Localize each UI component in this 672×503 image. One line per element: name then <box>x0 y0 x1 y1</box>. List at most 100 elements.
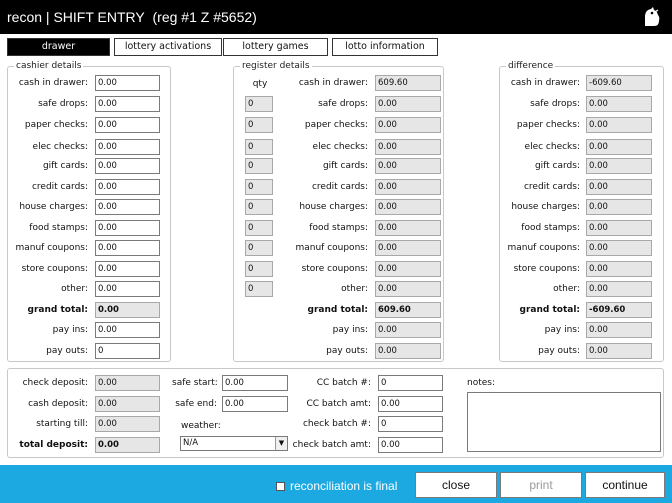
cashier-store-coupons-input[interactable]: 0.00 <box>95 261 160 277</box>
difference-house-charges-field: 0.00 <box>586 199 652 215</box>
continue-button[interactable]: continue <box>585 472 665 498</box>
starting-till-field: 0.00 <box>95 416 160 432</box>
cashier-other-label: other: <box>61 284 88 294</box>
checkbox-icon[interactable] <box>276 482 285 491</box>
cc-batch-amt-input[interactable]: 0.00 <box>378 396 443 412</box>
cashier-pay-ins-input[interactable]: 0.00 <box>95 322 160 338</box>
register-info: (reg #1 Z #5652) <box>152 9 257 25</box>
register-pay-outs-label: pay outs: <box>326 346 368 356</box>
difference-credit-cards-field: 0.00 <box>586 179 652 195</box>
difference-paper-checks-field: 0.00 <box>586 117 652 133</box>
difference-cash-in-drawer-label: cash in drawer: <box>510 78 580 88</box>
cashier-grand-total-label: grand total: <box>27 305 88 315</box>
reconciliation-final-label: reconciliation is final <box>290 479 398 493</box>
check-batch-number-label: check batch #: <box>302 419 371 429</box>
difference-gift-cards-field: 0.00 <box>586 158 652 174</box>
register-house-charges-field: 0.00 <box>375 199 441 215</box>
cashier-food-stamps-label: food stamps: <box>29 223 88 233</box>
register-safe-drops-field: 0.00 <box>375 96 441 112</box>
check-deposit-label: check deposit: <box>22 378 88 388</box>
screen-name: SHIFT ENTRY <box>53 9 145 25</box>
register-gift-cards-qty: 0 <box>245 158 273 174</box>
cashier-paper-checks-input[interactable]: 0.00 <box>95 117 160 133</box>
register-manuf-coupons-label: manuf coupons: <box>295 243 368 253</box>
weather-select[interactable]: N/A ▼ <box>180 436 288 451</box>
register-details-legend: register details <box>240 60 312 72</box>
app-name: recon <box>7 9 43 25</box>
close-button[interactable]: close <box>415 472 497 498</box>
cashier-house-charges-input[interactable]: 0.00 <box>95 199 160 215</box>
register-elec-checks-field: 0.00 <box>375 139 441 155</box>
print-button[interactable]: print <box>500 472 582 498</box>
difference-other-field: 0.00 <box>586 281 652 297</box>
cashier-house-charges-label: house charges: <box>19 202 88 212</box>
reconciliation-final-checkbox[interactable]: reconciliation is final <box>276 479 397 493</box>
register-manuf-coupons-field: 0.00 <box>375 240 441 256</box>
safe-end-input[interactable]: 0.00 <box>222 396 288 412</box>
safe-start-label: safe start: <box>172 378 218 388</box>
footer-bar: reconciliation is final close print cont… <box>0 465 672 503</box>
difference-legend: difference <box>506 60 556 72</box>
title-separator: | <box>42 9 54 25</box>
cashier-safe-drops-input[interactable]: 0.00 <box>95 96 160 112</box>
register-store-coupons-qty: 0 <box>245 261 273 277</box>
cashier-grand-total-input: 0.00 <box>95 302 160 318</box>
register-credit-cards-field: 0.00 <box>375 179 441 195</box>
register-paper-checks-qty: 0 <box>245 117 273 133</box>
difference-gift-cards-label: gift cards: <box>534 161 580 171</box>
register-house-charges-label: house charges: <box>299 202 368 212</box>
difference-food-stamps-label: food stamps: <box>521 223 580 233</box>
difference-pay-outs-field: 0.00 <box>586 343 652 359</box>
difference-manuf-coupons-label: manuf coupons: <box>507 243 580 253</box>
difference-safe-drops-field: 0.00 <box>586 96 652 112</box>
cashier-credit-cards-input[interactable]: 0.00 <box>95 179 160 195</box>
cashier-manuf-coupons-input[interactable]: 0.00 <box>95 240 160 256</box>
safe-start-input[interactable]: 0.00 <box>222 375 288 391</box>
difference-elec-checks-label: elec checks: <box>524 142 580 152</box>
cashier-elec-checks-label: elec checks: <box>32 142 88 152</box>
safe-end-label: safe end: <box>175 399 217 409</box>
difference-safe-drops-label: safe drops: <box>530 99 580 109</box>
chevron-down-icon[interactable]: ▼ <box>275 437 287 450</box>
tab-drawer[interactable]: drawer <box>7 38 110 56</box>
cashier-paper-checks-label: paper checks: <box>24 120 88 130</box>
register-elec-checks-qty: 0 <box>245 139 273 155</box>
register-safe-drops-label: safe drops: <box>318 99 368 109</box>
total-deposit-field: 0.00 <box>95 437 160 453</box>
cashier-cash-in-drawer-input[interactable]: 0.00 <box>95 75 160 91</box>
tab-lottery-games[interactable]: lottery games <box>223 38 328 56</box>
cc-batch-number-label: CC batch #: <box>316 378 371 388</box>
difference-pay-outs-label: pay outs: <box>538 346 580 356</box>
cashier-gift-cards-label: gift cards: <box>42 161 88 171</box>
cashier-gift-cards-input[interactable]: 0.00 <box>95 158 160 174</box>
register-food-stamps-field: 0.00 <box>375 220 441 236</box>
starting-till-label: starting till: <box>36 419 88 429</box>
register-other-field: 0.00 <box>375 281 441 297</box>
difference-grand-total-field: -609.60 <box>586 302 652 318</box>
tab-lottery-activations[interactable]: lottery activations <box>114 38 222 56</box>
difference-elec-checks-field: 0.00 <box>586 139 652 155</box>
notes-textarea[interactable] <box>467 392 661 452</box>
bird-logo-icon <box>645 7 660 26</box>
cashier-pay-outs-input[interactable]: 0 <box>95 343 160 359</box>
register-credit-cards-qty: 0 <box>245 179 273 195</box>
cashier-food-stamps-input[interactable]: 0.00 <box>95 220 160 236</box>
cash-deposit-label: cash deposit: <box>28 399 88 409</box>
cashier-details-legend: cashier details <box>14 60 84 72</box>
register-gift-cards-label: gift cards: <box>322 161 368 171</box>
cashier-cash-in-drawer-label: cash in drawer: <box>18 78 88 88</box>
register-paper-checks-field: 0.00 <box>375 117 441 133</box>
check-batch-number-input[interactable]: 0 <box>378 416 443 432</box>
weather-label: weather: <box>181 421 221 431</box>
register-elec-checks-label: elec checks: <box>312 142 368 152</box>
weather-value: N/A <box>183 438 199 448</box>
cashier-other-input[interactable]: 0.00 <box>95 281 160 297</box>
cashier-manuf-coupons-label: manuf coupons: <box>15 243 88 253</box>
tab-lotto-information[interactable]: lotto information <box>332 38 438 56</box>
difference-pay-ins-label: pay ins: <box>544 325 580 335</box>
difference-credit-cards-label: credit cards: <box>523 182 580 192</box>
register-pay-outs-field: 0.00 <box>375 343 441 359</box>
cc-batch-number-input[interactable]: 0 <box>378 375 443 391</box>
check-batch-amt-input[interactable]: 0.00 <box>378 437 443 453</box>
cashier-elec-checks-input[interactable]: 0.00 <box>95 139 160 155</box>
